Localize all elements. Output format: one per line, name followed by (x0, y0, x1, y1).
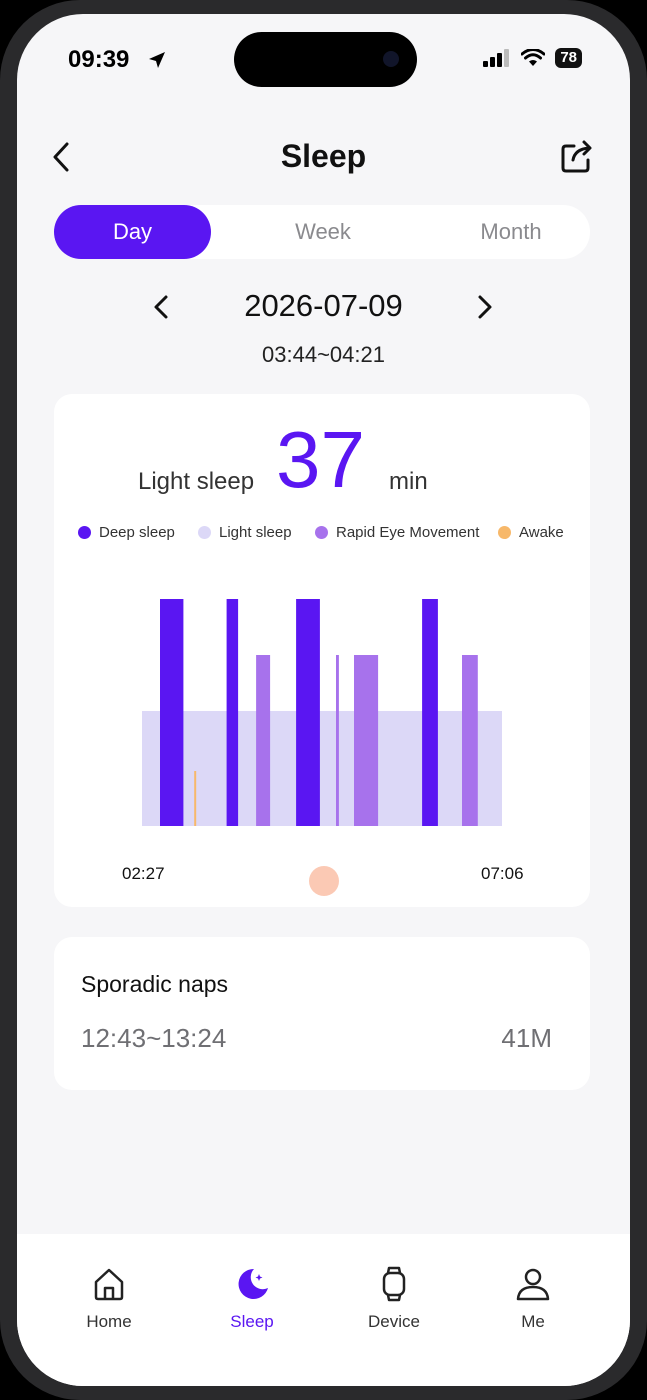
sleep-time-range: 03:44~04:21 (262, 342, 385, 367)
tab-label: Sleep (230, 1312, 274, 1331)
location-icon (149, 52, 165, 68)
tab-label: Home (86, 1312, 132, 1331)
tab-me[interactable]: Me (478, 1266, 588, 1346)
sporadic-naps-card: Sporadic naps 12:43~13:24 41M (54, 937, 590, 1090)
phone-frame: 09:39 78 Sleep Day Week Month 2026-07-09… (0, 0, 647, 1400)
tab-label: Me (521, 1312, 545, 1331)
date-navigator: 2026-07-09 (17, 284, 630, 330)
tab-sleep[interactable]: Sleep (197, 1266, 307, 1346)
moon-icon (238, 1268, 268, 1299)
sleep-stage-bar-deep (160, 599, 184, 826)
battery-indicator: 78 (555, 48, 582, 68)
header: Sleep (17, 132, 630, 182)
status-icons: 78 (483, 48, 582, 68)
sleep-stage-bar-rem (256, 655, 271, 826)
naps-title: Sporadic naps (81, 971, 229, 997)
camera-dot (383, 51, 399, 67)
home-icon (94, 1268, 124, 1301)
bottom-tab-bar: Home Sleep Device Me (17, 1234, 630, 1386)
sleep-chart-card: Light sleep 37 min Deep sleep Light slee… (54, 394, 590, 907)
sleep-stage-bar-rem (336, 655, 339, 826)
sleep-stage-bar-rem (462, 655, 478, 826)
naps-time-range: 12:43~13:24 (81, 1023, 227, 1053)
period-segmented-control: Day Week Month (54, 205, 590, 259)
next-date-icon[interactable] (469, 292, 499, 322)
chart-end-time: 07:06 (481, 864, 524, 883)
dynamic-island (234, 32, 417, 87)
watch-icon (382, 1266, 406, 1302)
tab-month[interactable]: Month (432, 205, 590, 259)
sleep-stage-bar-rem (354, 655, 379, 826)
cellular-signal-icon (483, 49, 510, 67)
sleep-stage-bar-deep (422, 599, 438, 826)
sleep-stage-chart (142, 599, 502, 826)
chart-start-time: 02:27 (122, 864, 165, 883)
naps-duration: 41M (501, 1023, 552, 1053)
tab-day[interactable]: Day (54, 205, 211, 259)
tab-home[interactable]: Home (54, 1266, 164, 1346)
share-icon[interactable] (560, 138, 594, 174)
tab-device[interactable]: Device (339, 1266, 449, 1346)
current-date: 2026-07-09 (244, 288, 403, 323)
page-title: Sleep (280, 138, 367, 174)
wifi-icon (521, 49, 546, 66)
sleep-stage-bar-awake (194, 771, 197, 826)
status-time: 09:39 (68, 46, 130, 73)
app-screen: 09:39 78 Sleep Day Week Month 2026-07-09… (17, 14, 630, 1386)
chart-scrubber-handle[interactable] (309, 866, 339, 896)
sleep-stage-bar-deep (296, 599, 320, 826)
sleep-stage-bar-deep (226, 599, 239, 826)
tab-label: Device (368, 1312, 420, 1331)
tab-week[interactable]: Week (244, 205, 402, 259)
person-icon (516, 1268, 550, 1301)
